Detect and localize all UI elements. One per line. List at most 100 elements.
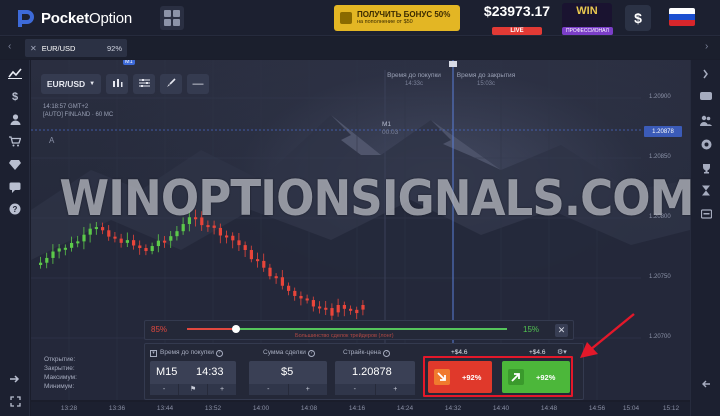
server-time: 14:18:57 GMT+2	[43, 104, 89, 110]
finance-dollar-icon[interactable]: $	[8, 90, 22, 104]
trade-amount-value[interactable]: $5	[281, 366, 293, 378]
tournaments-trophy-icon[interactable]	[700, 162, 712, 174]
chart-trading-icon[interactable]	[8, 66, 22, 80]
svg-text:?: ?	[13, 205, 18, 214]
express-trades-icon[interactable]	[700, 138, 712, 150]
strike-price-value[interactable]: 1.20878	[352, 366, 392, 378]
signals-icon[interactable]	[700, 90, 712, 102]
time-header-label: Время до покупки	[160, 349, 214, 356]
time-header: Время до покупки ?	[160, 349, 223, 357]
buy-up-button[interactable]: +92%	[502, 361, 570, 393]
trades-icon[interactable]	[700, 68, 712, 80]
achievements-diamond-icon[interactable]	[8, 158, 22, 172]
candle-body	[57, 248, 61, 252]
purchase-time-label: Время до покупки 14:33c	[379, 72, 449, 88]
strike-plus-button[interactable]: +	[375, 384, 415, 395]
hotkeys-icon[interactable]	[700, 208, 712, 220]
price-tick: 1.20900	[649, 94, 671, 100]
annotation-arrow-icon	[580, 313, 635, 358]
trader-sentiment-bar: 85% Большинство сделок трейдеров (лонг) …	[144, 320, 574, 340]
profile-icon[interactable]	[8, 112, 22, 126]
apps-grid-button[interactable]	[160, 6, 184, 30]
deposit-button[interactable]: $	[625, 5, 651, 31]
scroll-left-icon[interactable]: ‹	[8, 41, 11, 52]
price-tick: 1.20750	[649, 274, 671, 280]
fullscreen-icon[interactable]	[8, 394, 22, 408]
strike-minus-button[interactable]: -	[335, 384, 376, 395]
candle-body	[243, 245, 247, 251]
collapse-panel-toggle[interactable]: ▾	[150, 349, 157, 357]
candle-body	[231, 235, 235, 241]
sell-down-payout: +92%	[462, 372, 482, 382]
candle-body	[113, 236, 117, 239]
language-flag-icon[interactable]	[669, 8, 695, 26]
info-icon[interactable]: ?	[215, 350, 223, 357]
expiry-time-input[interactable]: M15 14:33 - ⚑ +	[150, 361, 236, 395]
drawing-tools-button[interactable]	[160, 74, 182, 94]
time-tick: 15:04	[622, 405, 640, 412]
minimize-button[interactable]: —	[187, 74, 209, 94]
candle-body	[225, 235, 229, 238]
info-icon[interactable]: ?	[382, 350, 390, 357]
candle-body	[361, 305, 365, 310]
pending-trades-hourglass-icon[interactable]	[700, 184, 712, 196]
candle-body	[330, 308, 334, 316]
candle-body	[45, 257, 49, 263]
close-time-caption: Время до закрытия	[456, 72, 516, 79]
strike-price-input[interactable]: 1.20878 - +	[335, 361, 415, 395]
candle-body	[88, 228, 92, 235]
bonus-button[interactable]: ПОЛУЧИТЬ БОНУС 50% на пополнение от $50	[334, 5, 460, 31]
chart-marker-a: A	[49, 136, 55, 145]
time-tick: 13:28	[60, 405, 78, 412]
help-question-icon[interactable]: ?	[8, 202, 22, 216]
candle-body	[169, 236, 173, 241]
strike-header-label: Страйк-цена	[343, 349, 382, 356]
flag-icon[interactable]: ⚑	[179, 384, 208, 395]
account-type-badge[interactable]: LIVE	[492, 27, 542, 35]
candle-body	[218, 227, 222, 236]
payout-settings-button[interactable]: ⚙▾	[557, 348, 567, 356]
close-sentiment-button[interactable]: ✕	[555, 324, 568, 337]
asset-tab-eurusd[interactable]: ✕ EUR/USD 92%	[25, 39, 127, 57]
candle-body	[274, 276, 278, 279]
candle-body	[70, 242, 74, 248]
candle-body	[342, 305, 346, 309]
logout-icon[interactable]	[8, 372, 22, 386]
balance-display[interactable]: $23973.17 LIVE	[479, 4, 555, 37]
current-price-tag: 1.20878	[644, 126, 682, 137]
amount-plus-button[interactable]: +	[288, 384, 327, 395]
logo[interactable]: PocketOption	[14, 7, 132, 29]
minus-icon: —	[192, 78, 204, 90]
collapse-panel-icon[interactable]	[700, 378, 712, 390]
time-minus-button[interactable]: -	[150, 384, 179, 395]
bonus-subtitle: на пополнение от $50	[357, 19, 413, 25]
close-time-label: Время до закрытия 15:03c	[448, 72, 524, 88]
sell-down-button[interactable]: +92%	[428, 361, 492, 393]
timeframe-value[interactable]: M15	[156, 366, 177, 378]
info-icon[interactable]: ?	[307, 350, 315, 357]
brush-icon	[166, 78, 176, 90]
close-time-value: 15:03c	[476, 81, 495, 87]
close-tab-icon[interactable]: ✕	[30, 44, 37, 53]
candle-body	[212, 225, 216, 228]
social-trading-icon[interactable]	[700, 114, 712, 126]
candle-body	[355, 309, 359, 314]
expiry-time-value[interactable]: 14:33	[196, 366, 224, 378]
amount-minus-button[interactable]: -	[249, 384, 289, 395]
indicators-button[interactable]	[133, 74, 155, 94]
candle-body	[336, 305, 340, 313]
stat-close: Закрытие:	[44, 365, 75, 372]
asset-select-button[interactable]: EUR/USD ▼	[41, 74, 101, 94]
win-status-badge[interactable]: WIN ПРОФЕССИОНАЛ	[562, 3, 613, 35]
market-cart-icon[interactable]	[8, 134, 22, 148]
candle-body	[200, 217, 204, 226]
time-plus-button[interactable]: +	[208, 384, 236, 395]
scroll-right-icon[interactable]: ›	[705, 41, 708, 52]
buy-up-payout: +92%	[536, 372, 556, 382]
chat-icon[interactable]	[8, 180, 22, 194]
candle-timer: M1 00:03	[382, 121, 398, 137]
chart-type-button[interactable]	[106, 74, 128, 94]
trade-amount-input[interactable]: $5 - +	[249, 361, 327, 395]
strike-header: Страйк-цена ?	[343, 349, 390, 357]
candle-body	[311, 300, 315, 307]
